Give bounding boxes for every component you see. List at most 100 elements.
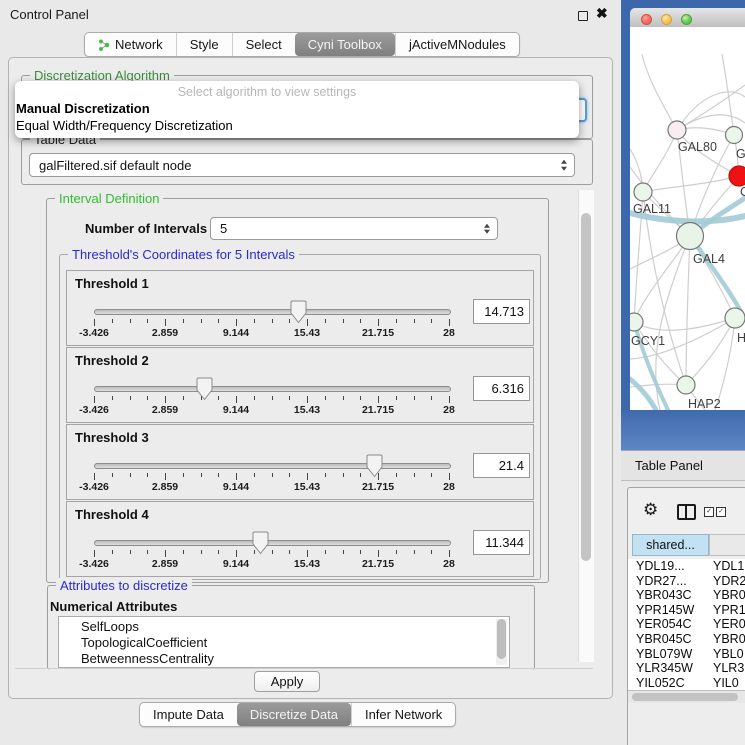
threshold-value-field[interactable]: 11.344 — [473, 530, 530, 555]
table-row[interactable]: YBR045CYBR0 — [628, 632, 745, 647]
attributes-scrollbar-thumb[interactable] — [497, 619, 506, 659]
tick-mark — [343, 319, 344, 323]
threshold-value-field[interactable]: 14.713 — [473, 299, 530, 324]
tick-mark — [431, 319, 432, 323]
table-row[interactable]: YER054CYER0 — [628, 617, 745, 632]
tick-label: -3.426 — [79, 558, 109, 570]
number-of-intervals-value: 5 — [220, 221, 227, 236]
table-horizontal-scrollbar[interactable] — [628, 690, 745, 704]
tick-mark — [414, 473, 415, 477]
table-panel-titlebar[interactable]: Table Panel — [621, 450, 745, 481]
table-row[interactable]: YBL079WYBL0 — [628, 647, 745, 662]
numerical-attributes-label: Numerical Attributes — [50, 599, 177, 614]
close-icon[interactable]: ✖ — [596, 5, 608, 22]
network-window-frame-bottom — [621, 410, 745, 450]
attribute-list-item[interactable]: TopologicalCoefficient — [59, 635, 509, 651]
threshold-slider[interactable]: -3.4262.8599.14415.4321.71528 — [94, 463, 449, 493]
table-row[interactable]: YIL052CYIL0 — [628, 676, 745, 691]
slider-thumb[interactable] — [252, 531, 269, 560]
tab-cyni-toolbox[interactable]: Cyni Toolbox — [295, 33, 395, 56]
panel-scrollbar-thumb[interactable] — [581, 213, 591, 561]
tick-mark — [325, 550, 326, 554]
tick-mark — [130, 396, 131, 400]
network-node-hap2[interactable] — [677, 376, 695, 394]
network-icon — [98, 38, 110, 52]
tick-mark — [147, 396, 148, 400]
tick-mark — [218, 473, 219, 477]
algorithm-option-manual-discretization[interactable]: Manual Discretization — [16, 101, 150, 116]
apply-button[interactable]: Apply — [254, 671, 320, 692]
tab-jactivemnodules-label: jActiveMNodules — [409, 37, 506, 52]
tick-mark — [449, 550, 450, 557]
network-node-gal80[interactable] — [668, 121, 686, 139]
tick-mark — [218, 396, 219, 400]
tick-label: 28 — [443, 558, 455, 570]
bottom-tab-impute-data[interactable]: Impute Data — [140, 703, 237, 726]
tick-label: 21.715 — [362, 327, 394, 339]
split-view-icon[interactable] — [677, 504, 696, 520]
table-row[interactable]: YBR043CYBR0 — [628, 588, 745, 603]
network-view-canvas[interactable]: GAL80GACGAL11GAL4GCY1HHAP2 — [630, 27, 745, 410]
number-of-intervals-combobox[interactable]: 5 — [210, 217, 498, 240]
numerical-attributes-list[interactable]: SelfLoopsTopologicalCoefficientBetweenne… — [58, 616, 510, 668]
tick-mark — [183, 396, 184, 400]
tick-label: 2.859 — [152, 404, 178, 416]
slider-thumb[interactable] — [290, 300, 307, 329]
column-header-name[interactable]: na — [709, 534, 745, 556]
minimize-traffic-light-icon[interactable] — [661, 14, 672, 25]
tab-style[interactable]: Style — [176, 33, 232, 56]
table-row[interactable]: YLR345WYLR3 — [628, 661, 745, 676]
select-columns-icon[interactable]: ✓ — [704, 507, 714, 517]
slider-thumb[interactable] — [366, 454, 383, 483]
table-row[interactable]: YDR27...YDR2 — [628, 574, 745, 589]
settings-gear-icon[interactable]: ⚙ — [643, 500, 658, 520]
slider-thumb[interactable] — [196, 377, 213, 406]
tab-select[interactable]: Select — [232, 33, 295, 56]
cell-name: YDR2 — [713, 574, 745, 588]
attribute-list-item[interactable]: SelfLoops — [59, 619, 509, 635]
panel-scrollbar[interactable] — [578, 190, 594, 662]
tick-mark — [431, 473, 432, 477]
network-node-gal11[interactable] — [634, 183, 652, 201]
network-node-gcy1[interactable] — [630, 313, 643, 331]
tick-mark — [201, 473, 202, 477]
network-node-label: GAL80 — [678, 140, 717, 154]
select-columns-icon-2[interactable]: ✓ — [716, 507, 726, 517]
attribute-list-item[interactable]: BetweennessCentrality — [59, 651, 509, 667]
network-node-ga[interactable] — [726, 127, 743, 144]
attributes-list-scrollbar[interactable] — [496, 619, 507, 665]
tick-label: -3.426 — [79, 481, 109, 493]
network-node-h[interactable] — [725, 308, 745, 328]
tick-mark — [378, 319, 379, 326]
table-row[interactable]: YPR145WYPR1 — [628, 603, 745, 618]
tick-mark — [343, 396, 344, 400]
threshold-slider[interactable]: -3.4262.8599.14415.4321.71528 — [94, 309, 449, 339]
tick-label: 21.715 — [362, 404, 394, 416]
float-window-icon[interactable] — [578, 11, 588, 21]
bottom-tab-discretize-data[interactable]: Discretize Data — [237, 703, 351, 726]
threshold-slider[interactable]: -3.4262.8599.14415.4321.71528 — [94, 540, 449, 570]
threshold-slider[interactable]: -3.4262.8599.14415.4321.71528 — [94, 386, 449, 416]
tick-mark — [130, 550, 131, 554]
cell-name: YPR1 — [713, 603, 745, 617]
table-row[interactable]: YDL19...YDL1 — [628, 559, 745, 574]
cell-shared-name: YBL079W — [636, 647, 692, 661]
tick-label: 2.859 — [152, 558, 178, 570]
network-window-titlebar[interactable] — [630, 8, 745, 28]
tab-network[interactable]: Network — [85, 33, 176, 56]
threshold-value-field[interactable]: 21.4 — [473, 453, 530, 478]
bottom-tab-infer-network[interactable]: Infer Network — [351, 703, 455, 726]
tick-mark — [343, 550, 344, 554]
tick-mark — [325, 396, 326, 400]
network-node-c[interactable] — [729, 166, 745, 186]
close-traffic-light-icon[interactable] — [641, 14, 652, 25]
algorithm-option-equal-width-frequency-discretization[interactable]: Equal Width/Frequency Discretization — [16, 118, 233, 133]
column-header-shared-name[interactable]: shared... — [632, 534, 709, 556]
threshold-value-field[interactable]: 6.316 — [473, 376, 530, 401]
network-node-gal4[interactable] — [677, 223, 704, 250]
zoom-traffic-light-icon[interactable] — [681, 14, 692, 25]
tab-jactivemnodules[interactable]: jActiveMNodules — [395, 33, 519, 56]
table-hscrollbar-thumb[interactable] — [632, 693, 738, 701]
threshold-row-3: Threshold 3-3.4262.8599.14415.4321.71528… — [66, 424, 534, 500]
table-data-combobox[interactable]: galFiltered.sif default node — [29, 153, 575, 177]
